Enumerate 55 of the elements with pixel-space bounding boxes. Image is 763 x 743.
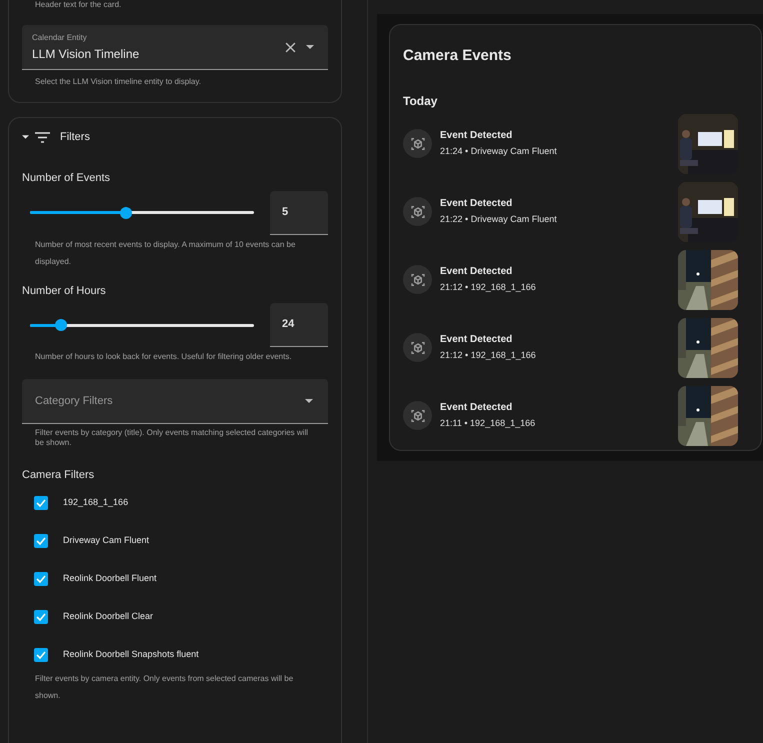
number-field[interactable]: 24 xyxy=(270,303,328,347)
field-label: Calendar Entity xyxy=(32,32,88,44)
event-title: Event Detected xyxy=(440,401,514,416)
day-heading: Today xyxy=(403,92,438,110)
event-meta: 21:12 • 192_168_1_166 xyxy=(440,281,536,294)
checkbox-label: Reolink Doorbell Snapshots fluent xyxy=(63,648,199,661)
event-item[interactable]: Event Detected 21:24 • Driveway Cam Fluent xyxy=(403,114,748,174)
event-meta: 21:11 • 192_168_1_166 xyxy=(440,417,536,430)
event-title: Event Detected xyxy=(440,129,514,144)
helper-text: Number of most recent events to display. A maximum of 10 events can be displayed. xyxy=(34,238,296,268)
caret-icon xyxy=(22,135,29,139)
number-field[interactable]: 5 xyxy=(270,190,328,234)
cube-scan-icon xyxy=(403,333,432,362)
caret-icon xyxy=(305,399,313,403)
event-title: Event Detected xyxy=(440,197,514,212)
helper-text: Select the LLM Vision timeline entity to display. xyxy=(34,76,202,88)
event-item[interactable]: Event Detected 21:11 • 192_168_1_166 xyxy=(403,386,748,446)
slider-label: Number of Events xyxy=(22,171,112,186)
slider-thumb[interactable] xyxy=(54,319,67,331)
event-meta: 21:12 • 192_168_1_166 xyxy=(440,349,536,362)
checkbox[interactable] xyxy=(34,648,48,662)
filters-header[interactable]: Filters xyxy=(22,119,328,155)
checkbox[interactable] xyxy=(34,534,48,548)
checkbox-label: Driveway Cam Fluent xyxy=(63,534,150,547)
filter-icon xyxy=(35,132,50,142)
cube-scan-icon xyxy=(403,265,432,294)
checkbox-label: 192_168_1_166 xyxy=(63,496,128,509)
event-item[interactable]: Event Detected 21:22 • Driveway Cam Fluent xyxy=(403,182,748,242)
checkbox[interactable] xyxy=(34,496,48,510)
caret-icon[interactable] xyxy=(306,45,314,49)
section-title: Camera Filters xyxy=(22,468,96,483)
cube-scan-icon xyxy=(403,129,432,158)
event-item[interactable]: Event Detected 21:12 • 192_168_1_166 xyxy=(403,318,748,378)
category-select[interactable]: Category Filters xyxy=(22,379,328,424)
checkbox[interactable] xyxy=(34,572,48,586)
event-meta: 21:24 • Driveway Cam Fluent xyxy=(440,145,557,158)
checkbox[interactable] xyxy=(34,610,48,624)
event-meta: 21:22 • Driveway Cam Fluent xyxy=(440,213,557,226)
checkbox-label: Reolink Doorbell Clear xyxy=(63,610,154,623)
card-title: Camera Events xyxy=(403,46,512,66)
slider-thumb[interactable] xyxy=(120,206,132,218)
slider-label: Number of Hours xyxy=(22,284,107,298)
helper-text: Filter events by category (title). Only events matching selected categories will be shown. xyxy=(34,428,310,448)
clear-icon[interactable] xyxy=(285,42,296,52)
helper-text: Header text for the card. xyxy=(34,0,122,10)
helper-text: Number of hours to look back for events. Useful for filtering older events. xyxy=(34,351,293,363)
checkbox-label: Reolink Doorbell Fluent xyxy=(63,572,157,585)
event-title: Event Detected xyxy=(440,265,514,280)
cube-scan-icon xyxy=(403,197,432,226)
field-value: LLM Vision Timeline xyxy=(32,46,140,62)
calendar-entity-select[interactable]: Calendar Entity LLM Vision Timeline xyxy=(22,25,328,70)
helper-text: Filter events by camera entity. Only events from selected cameras will be shown. xyxy=(34,672,294,702)
event-title: Event Detected xyxy=(440,333,514,348)
cube-scan-icon xyxy=(403,401,432,430)
event-item[interactable]: Event Detected 21:12 • 192_168_1_166 xyxy=(403,250,748,310)
